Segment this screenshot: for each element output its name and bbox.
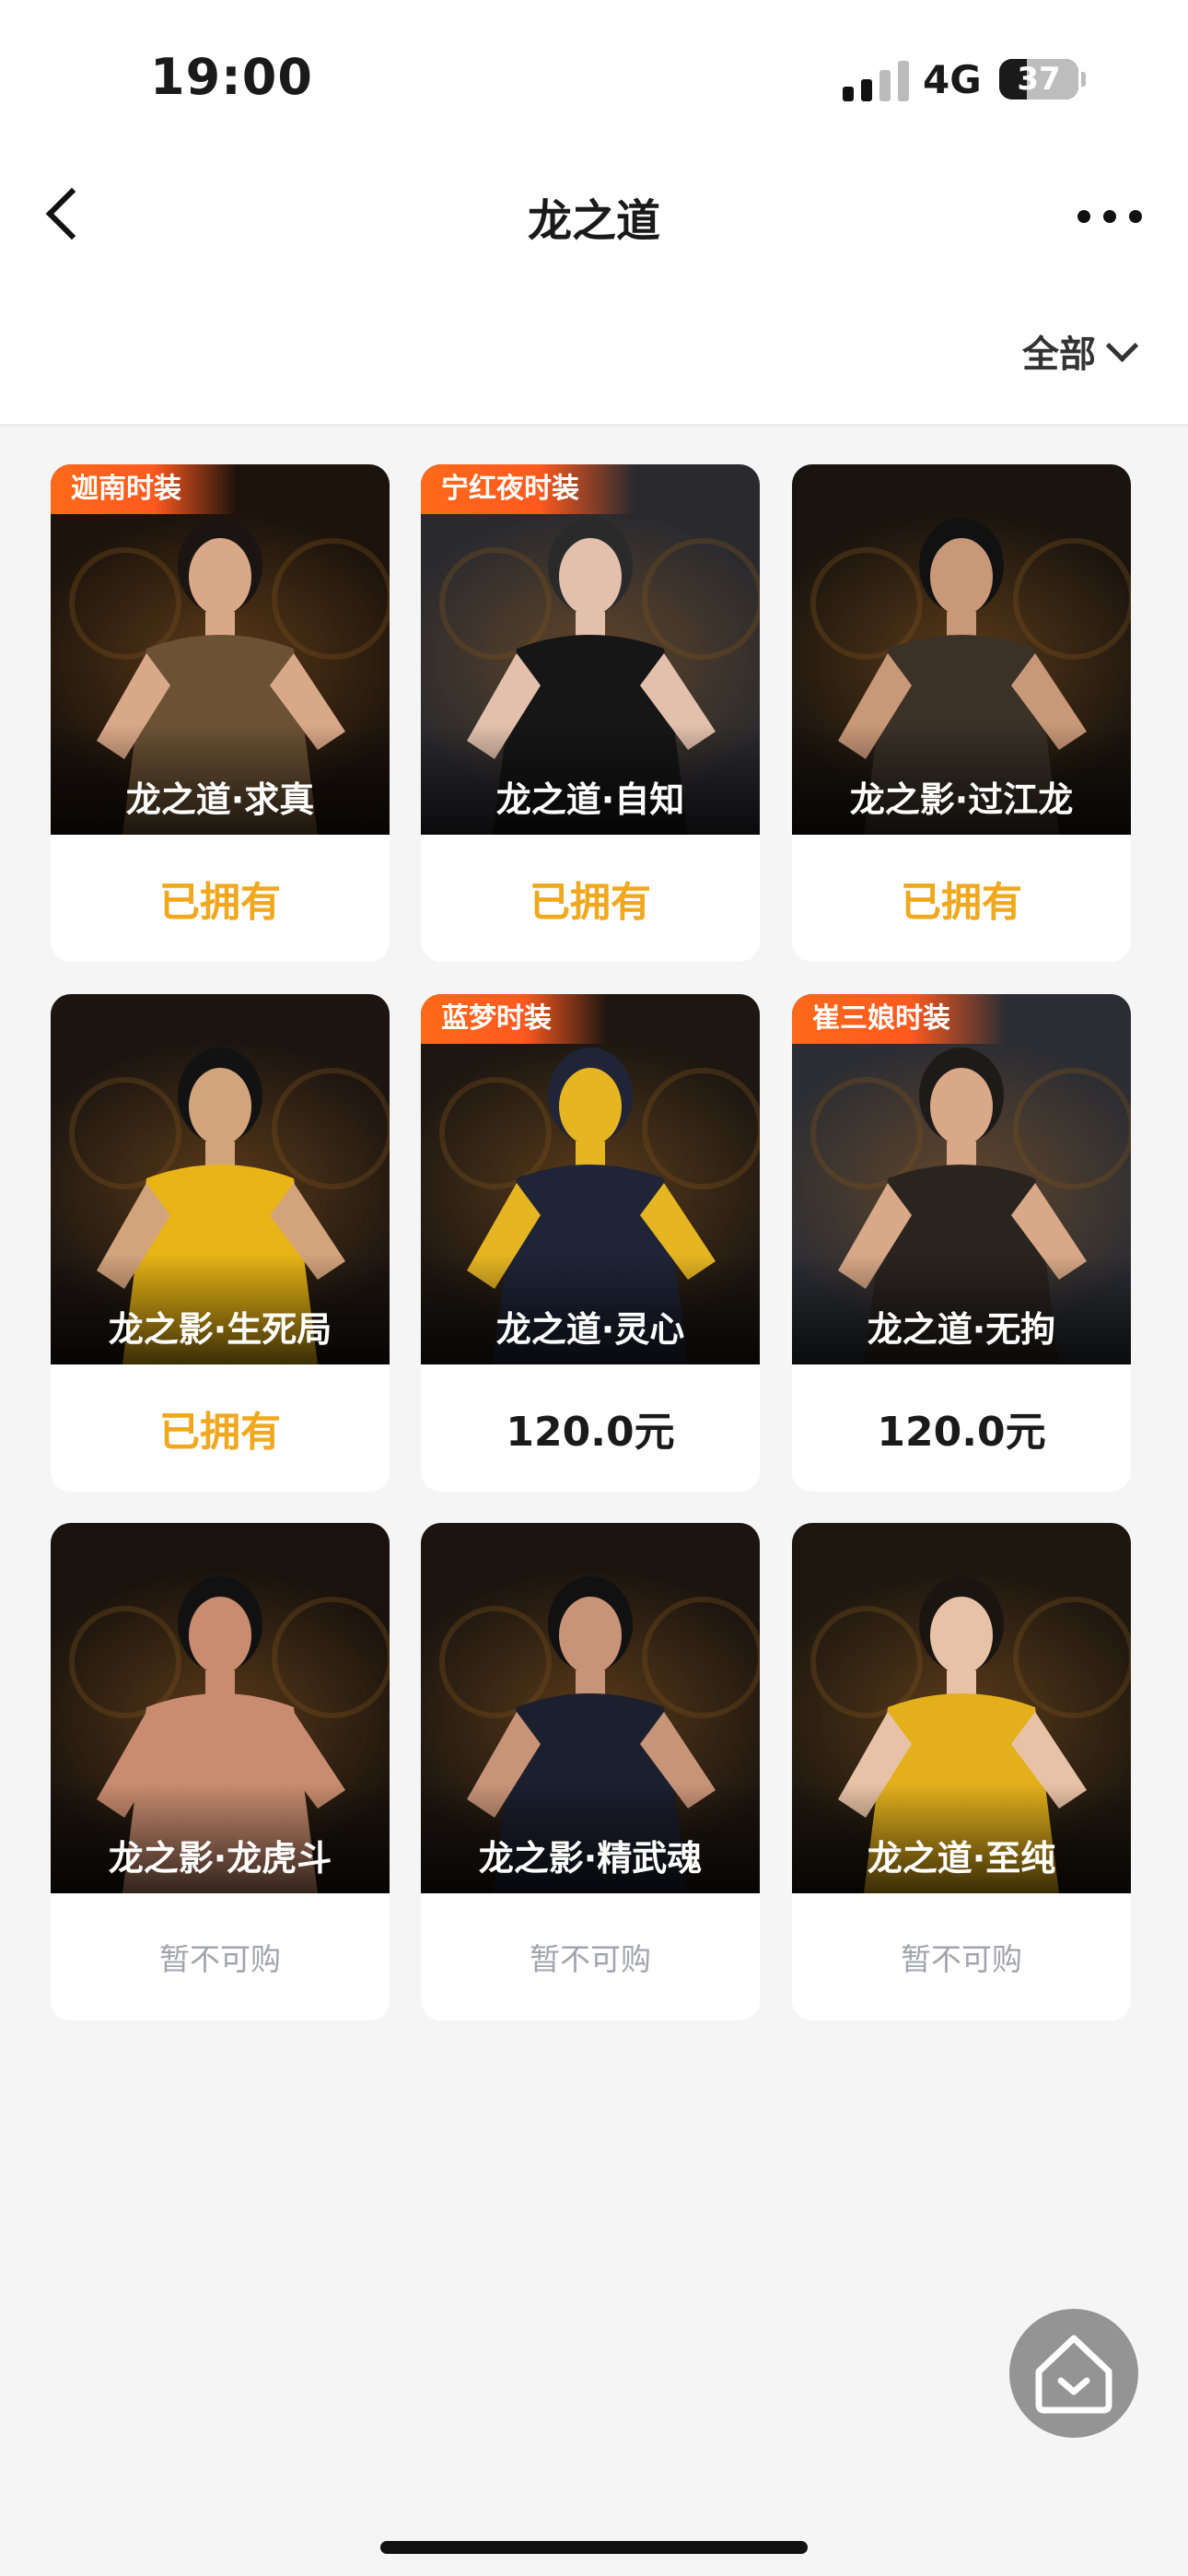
- costume-name: 龙之影·生死局: [108, 1309, 332, 1350]
- costume-card[interactable]: 龙之道·自知 宁红夜时装已拥有: [421, 464, 760, 962]
- status-time: 19:00: [150, 48, 313, 106]
- costume-tag: 宁红夜时装: [421, 464, 635, 514]
- costume-image: 龙之影·生死局: [51, 994, 390, 1364]
- costume-card[interactable]: 龙之道·求真 迦南时装已拥有: [51, 464, 390, 962]
- more-dots-icon: [1077, 210, 1090, 223]
- costume-card[interactable]: 龙之影·生死局已拥有: [51, 994, 390, 1492]
- costume-name: 龙之影·龙虎斗: [108, 1838, 332, 1879]
- chevron-down-icon: [1105, 329, 1139, 362]
- costume-image: 龙之道·自知 宁红夜时装: [421, 464, 760, 835]
- filter-label: 全部: [1022, 334, 1096, 376]
- costume-tag: 崔三娘时装: [792, 994, 1006, 1044]
- costume-image: 龙之道·无拘 崔三娘时装: [792, 994, 1131, 1364]
- status-bar: 19:00 4G 37: [0, 0, 1188, 138]
- costume-card[interactable]: 龙之影·过江龙已拥有: [792, 464, 1131, 962]
- network-label: 4G: [923, 57, 982, 102]
- more-button[interactable]: [1077, 210, 1142, 225]
- costume-image: 龙之道·求真 迦南时装: [51, 464, 390, 835]
- costume-card[interactable]: 龙之影·精武魂暂不可购: [421, 1523, 760, 2020]
- costume-name: 龙之道·自知: [495, 779, 685, 820]
- costume-price: 已拥有: [159, 879, 281, 926]
- home-button[interactable]: [1009, 2309, 1138, 2438]
- costume-image: 龙之影·精武魂: [421, 1523, 760, 1893]
- filter-dropdown[interactable]: 全部: [1022, 324, 1139, 378]
- home-icon: [1035, 2335, 1112, 2414]
- costume-card[interactable]: 龙之道·无拘 崔三娘时装 120.0元: [792, 994, 1131, 1492]
- costume-name: 龙之道·无拘: [867, 1309, 1056, 1350]
- costume-name: 龙之影·精武魂: [478, 1838, 703, 1879]
- costume-name: 龙之道·灵心: [495, 1309, 685, 1350]
- battery-icon: 37: [999, 59, 1086, 100]
- costume-price: 已拥有: [901, 879, 1022, 926]
- costume-price: 暂不可购: [530, 1941, 651, 1977]
- costume-image: 龙之道·灵心 蓝梦时装: [421, 994, 760, 1364]
- costume-price[interactable]: 120.0元: [421, 1364, 760, 1492]
- filter-bar: 全部: [0, 286, 1188, 427]
- costume-price: 已拥有: [530, 879, 651, 926]
- costume-image: 龙之影·过江龙: [792, 464, 1131, 835]
- page-title: 龙之道: [527, 195, 660, 247]
- costume-card[interactable]: 龙之道·至纯暂不可购: [792, 1523, 1131, 2020]
- costume-price: 暂不可购: [901, 1941, 1022, 1977]
- costume-price: 暂不可购: [159, 1941, 281, 1977]
- costume-name: 龙之道·至纯: [867, 1838, 1056, 1879]
- costume-price: 已拥有: [159, 1409, 281, 1456]
- costume-image: 龙之影·龙虎斗: [51, 1523, 390, 1893]
- costume-tag: 蓝梦时装: [421, 994, 607, 1044]
- costume-name: 龙之道·求真: [125, 779, 315, 820]
- home-indicator: [380, 2541, 808, 2554]
- costume-tag: 迦南时装: [51, 464, 237, 514]
- costume-name: 龙之影·过江龙: [849, 779, 1074, 820]
- costume-price[interactable]: 120.0元: [792, 1364, 1131, 1492]
- signal-icon: [843, 61, 916, 101]
- costume-card[interactable]: 龙之影·龙虎斗暂不可购: [51, 1523, 390, 2020]
- nav-bar: 龙之道: [0, 138, 1188, 286]
- costume-image: 龙之道·至纯: [792, 1523, 1131, 1893]
- battery-level: 37: [1017, 61, 1061, 98]
- costume-card[interactable]: 龙之道·灵心 蓝梦时装 120.0元: [421, 994, 760, 1492]
